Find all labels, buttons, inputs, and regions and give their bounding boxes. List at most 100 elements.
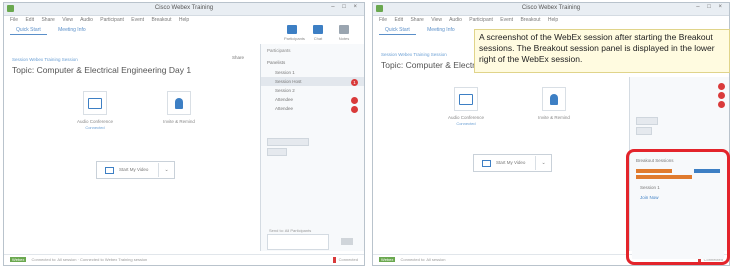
notes-icon xyxy=(339,25,349,34)
participants-button[interactable]: Participants xyxy=(284,25,305,41)
badge-3 xyxy=(351,106,358,113)
notes-button[interactable]: Notes xyxy=(336,25,352,41)
menu-file-r[interactable]: File xyxy=(379,17,387,23)
title-bar: Cisco Webex Training – □ × xyxy=(4,3,364,16)
chevron-down-icon-right[interactable]: ⌄ xyxy=(536,160,550,166)
status-tag-right: Webex xyxy=(379,257,396,262)
group-session-2[interactable]: Session 2 xyxy=(261,86,364,95)
notes-label: Notes xyxy=(338,36,350,41)
audio-label: Audio Conference xyxy=(76,119,114,124)
badge-r2 xyxy=(718,92,725,99)
share-button[interactable]: Share xyxy=(232,55,244,60)
panel-row-r1[interactable] xyxy=(630,81,729,90)
status-text: Connected to: All session · Connected to… xyxy=(31,257,148,262)
send-button[interactable] xyxy=(341,238,353,245)
menu-audio-r[interactable]: Audio xyxy=(449,17,462,23)
badge-r3 xyxy=(718,101,725,108)
menu-bar-right: File Edit Share View Audio Participant E… xyxy=(373,16,729,25)
group-session-1[interactable]: Session 1 xyxy=(261,68,364,77)
panel-tools-right-2[interactable] xyxy=(636,127,652,135)
window-title-right: Cisco Webex Training xyxy=(521,5,581,11)
attendee-row-2[interactable]: Attendee xyxy=(261,104,364,113)
menu-event-r[interactable]: Event xyxy=(500,17,513,23)
menu-edit-r[interactable]: Edit xyxy=(394,17,403,23)
status-tag: Webex xyxy=(10,257,27,262)
panel-toolbar: Participants Chat Notes xyxy=(284,25,352,41)
menu-breakout-r[interactable]: Breakout xyxy=(520,17,540,23)
tab-meeting-info[interactable]: Meeting Info xyxy=(52,26,92,34)
panel-header: Participants xyxy=(267,48,291,53)
title-bar-right: Cisco Webex Training – □ × xyxy=(373,3,729,16)
panel-tools-2[interactable] xyxy=(267,148,287,156)
breakout-highlight xyxy=(626,149,730,265)
tab-quick-start[interactable]: Quick Start xyxy=(10,26,47,35)
chat-button[interactable]: Chat xyxy=(310,25,326,41)
menu-bar: File Edit Share View Audio Participant E… xyxy=(4,16,364,25)
audio-label-right: Audio Conference xyxy=(447,115,485,120)
tab-meeting-info-r[interactable]: Meeting Info xyxy=(421,26,461,34)
tab-quick-start-r[interactable]: Quick Start xyxy=(379,26,416,35)
badge-2 xyxy=(351,97,358,104)
status-right: Connected xyxy=(332,255,358,265)
window-title: Cisco Webex Training xyxy=(154,5,214,11)
menu-help-r[interactable]: Help xyxy=(548,17,558,23)
person-icon xyxy=(167,91,191,115)
tab-bar: Quick Start Meeting Info xyxy=(10,26,96,35)
meeting-topic: Topic: Computer & Electrical Engineering… xyxy=(12,65,192,75)
attendee-2-name: Attendee xyxy=(275,106,294,111)
panel-row-r3[interactable] xyxy=(630,99,729,108)
annotation-callout: A screenshot of the WebEx session after … xyxy=(474,29,730,73)
menu-share[interactable]: Share xyxy=(41,17,54,23)
menu-help[interactable]: Help xyxy=(179,17,189,23)
audio-status: Connected xyxy=(85,125,105,130)
menu-event[interactable]: Event xyxy=(131,17,144,23)
start-video-label-right: Start My Video xyxy=(496,156,537,170)
menu-participant[interactable]: Participant xyxy=(100,17,124,23)
menu-view-r[interactable]: View xyxy=(431,17,442,23)
tab-bar-right: Quick Start Meeting Info xyxy=(379,26,465,35)
meeting-link-right[interactable]: Session Webex Training Session xyxy=(381,52,447,57)
chat-to-label: Send to: All Participants xyxy=(269,228,312,233)
menu-view[interactable]: View xyxy=(62,17,73,23)
panel-tools-right[interactable] xyxy=(636,117,658,125)
audio-conference-tile[interactable]: Audio Conference Connected xyxy=(70,91,120,130)
webex-window-left: Cisco Webex Training – □ × File Edit Sha… xyxy=(3,2,365,266)
invite-label: Invite & Remind xyxy=(163,119,195,124)
status-bar: Webex Connected to: All session · Connec… xyxy=(4,254,364,265)
person-icon-right xyxy=(542,87,566,111)
host-name: Session Host xyxy=(275,79,302,84)
chevron-down-icon[interactable]: ⌄ xyxy=(159,167,173,173)
panel-row-r2[interactable] xyxy=(630,90,729,99)
menu-file[interactable]: File xyxy=(10,17,18,23)
invite-tile-right[interactable]: Invite & Remind xyxy=(529,87,579,120)
menu-share-r[interactable]: Share xyxy=(410,17,423,23)
attendee-1-name: Attendee xyxy=(275,97,294,102)
start-video-button-right[interactable]: Start My Video ⌄ xyxy=(473,154,552,172)
audio-icon-right xyxy=(454,87,478,111)
participants-label: Participants xyxy=(284,36,305,41)
audio-conference-tile-right[interactable]: Audio Conference Connected xyxy=(441,87,491,126)
audio-icon xyxy=(83,91,107,115)
chat-input[interactable] xyxy=(267,234,329,250)
panelists-group[interactable]: Panelists xyxy=(261,57,364,68)
attendee-row-1[interactable]: Attendee xyxy=(261,95,364,104)
status-text-right: Connected to: All session xyxy=(400,257,446,262)
camera-icon-right xyxy=(482,159,491,167)
camera-icon xyxy=(105,166,114,174)
menu-edit[interactable]: Edit xyxy=(25,17,34,23)
invite-tile[interactable]: Invite & Remind xyxy=(154,91,204,124)
panel-tools[interactable] xyxy=(267,138,309,146)
participants-panel: Participants Panelists Session 1 Session… xyxy=(260,44,364,251)
window-controls-right[interactable]: – □ × xyxy=(696,4,725,10)
menu-audio[interactable]: Audio xyxy=(80,17,93,23)
chat-label: Chat xyxy=(313,36,323,41)
menu-participant-r[interactable]: Participant xyxy=(469,17,493,23)
start-video-button[interactable]: Start My Video ⌄ xyxy=(96,161,175,179)
meeting-link[interactable]: Session Webex Training Session xyxy=(12,57,78,62)
audio-status-right: Connected xyxy=(456,121,476,126)
chat-icon xyxy=(313,25,323,34)
window-controls[interactable]: – □ × xyxy=(331,4,360,10)
participants-icon xyxy=(287,25,297,34)
menu-breakout[interactable]: Breakout xyxy=(151,17,171,23)
host-row[interactable]: Session Host 1 xyxy=(261,77,364,86)
